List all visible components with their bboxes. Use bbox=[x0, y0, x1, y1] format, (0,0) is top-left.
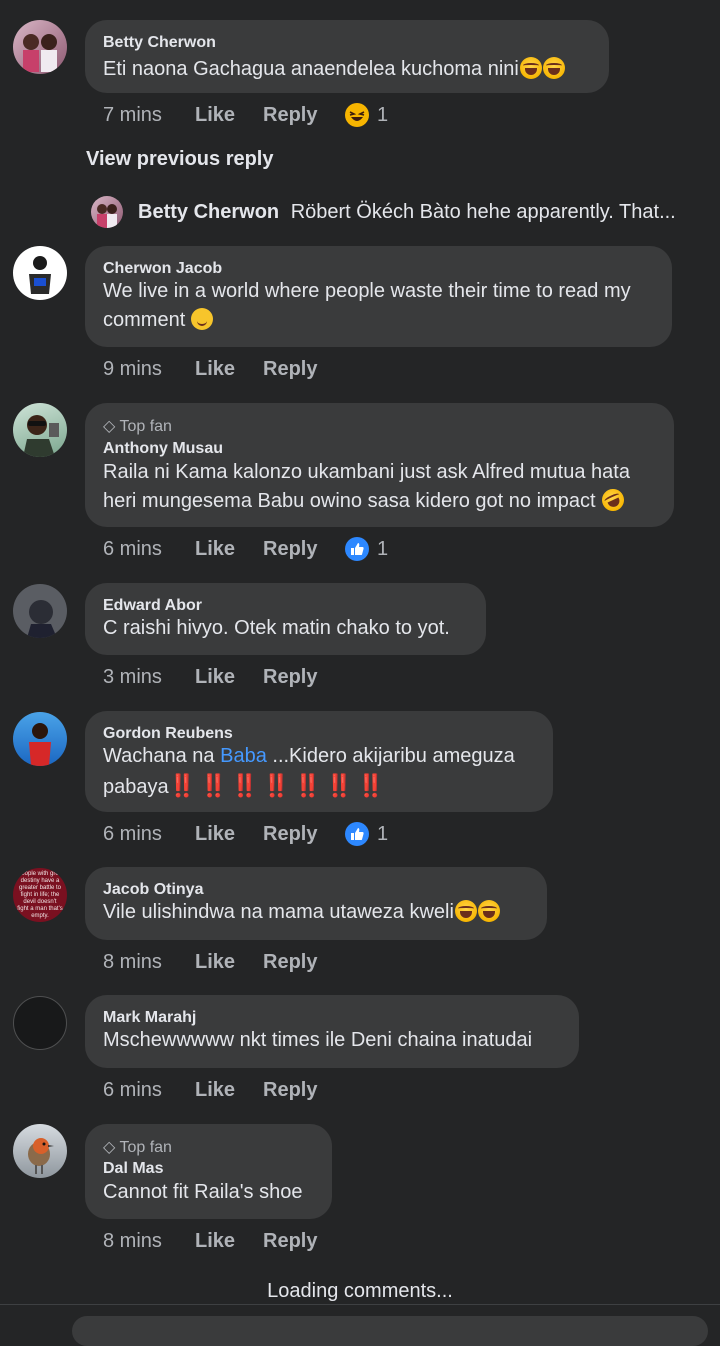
reaction-count: 1 bbox=[377, 822, 389, 845]
comment-bubble: Mark Marahj Mschewwwww nkt times ile Den… bbox=[85, 995, 579, 1068]
reply-button[interactable]: Reply bbox=[263, 358, 343, 381]
comment-actions: 7 mins Like Reply 1 bbox=[103, 100, 388, 130]
reply-button[interactable]: Reply bbox=[263, 823, 343, 846]
like-button[interactable]: Like bbox=[195, 823, 263, 846]
commenter-name[interactable]: Dal Mas bbox=[103, 1160, 163, 1178]
comment-actions: 6 mins Like Reply bbox=[103, 1075, 343, 1105]
comment-text: Raila ni Kama kalonzo ukambani just ask … bbox=[103, 458, 658, 516]
reply-avatar[interactable] bbox=[91, 196, 123, 228]
avatar[interactable] bbox=[13, 403, 67, 457]
top-fan-badge: ◇ Top fan bbox=[103, 418, 172, 435]
avatar[interactable] bbox=[13, 584, 67, 638]
commenter-name[interactable]: Edward Abor bbox=[103, 597, 202, 615]
like-button[interactable]: Like bbox=[195, 666, 263, 689]
avatar[interactable] bbox=[13, 712, 67, 766]
reaction-count: 1 bbox=[377, 537, 389, 560]
like-reaction-icon[interactable] bbox=[343, 821, 371, 847]
like-button[interactable]: Like bbox=[195, 104, 263, 127]
commenter-name[interactable]: Anthony Musau bbox=[103, 440, 223, 458]
laughing-emoji-icon bbox=[542, 57, 565, 79]
avatar[interactable] bbox=[13, 1124, 67, 1178]
commenter-name[interactable]: Jacob Otinya bbox=[103, 881, 203, 899]
avatar[interactable] bbox=[13, 996, 67, 1050]
comment-input-bar[interactable] bbox=[72, 1316, 708, 1346]
comment-actions: 9 mins Like Reply bbox=[103, 354, 343, 384]
comment-text: Cannot fit Raila's shoe bbox=[103, 1181, 303, 1203]
loading-comments-text: Loading comments... bbox=[267, 1280, 453, 1302]
like-button[interactable]: Like bbox=[195, 538, 263, 561]
reply-button[interactable]: Reply bbox=[263, 1079, 343, 1102]
commenter-name[interactable]: Betty Cherwon bbox=[103, 34, 216, 52]
reply-button[interactable]: Reply bbox=[263, 538, 343, 561]
haha-reaction-icon[interactable] bbox=[343, 102, 371, 128]
divider bbox=[0, 1304, 720, 1305]
reaction-count: 1 bbox=[377, 103, 389, 126]
double-exclamation-emoji: ‼️‼️‼️‼️‼️‼️‼️ bbox=[168, 773, 389, 798]
commenter-name[interactable]: Cherwon Jacob bbox=[103, 260, 222, 278]
comment-bubble: Betty Cherwon Eti naona Gachagua anaende… bbox=[85, 20, 609, 93]
mention-link[interactable]: Baba bbox=[220, 745, 267, 767]
view-previous-reply-link[interactable]: View previous reply bbox=[86, 148, 274, 171]
comment-bubble: Edward Abor C raishi hivyo. Otek matin c… bbox=[85, 583, 486, 655]
like-reaction-icon[interactable] bbox=[343, 536, 371, 562]
like-button[interactable]: Like bbox=[195, 951, 263, 974]
laughing-emoji-icon bbox=[454, 900, 477, 922]
timestamp: 8 mins bbox=[103, 950, 162, 973]
avatar[interactable] bbox=[13, 20, 67, 74]
diamond-icon: ◇ bbox=[103, 418, 116, 435]
top-fan-badge: ◇ Top fan bbox=[103, 1139, 172, 1156]
reply-button[interactable]: Reply bbox=[263, 104, 343, 127]
comment-bubble: ◇ Top fan Dal Mas Cannot fit Raila's sho… bbox=[85, 1124, 332, 1219]
timestamp: 7 mins bbox=[103, 103, 162, 126]
comment-actions: 6 mins Like Reply 1 bbox=[103, 819, 388, 849]
laughing-emoji-icon bbox=[477, 900, 500, 922]
comment-actions: 8 mins Like Reply bbox=[103, 1226, 343, 1256]
timestamp: 3 mins bbox=[103, 665, 162, 688]
reply-button[interactable]: Reply bbox=[263, 1230, 343, 1253]
reply-snippet: Röbert Ökéch Bàto hehe apparently. That.… bbox=[290, 201, 676, 223]
like-button[interactable]: Like bbox=[195, 358, 263, 381]
comment-bubble: Gordon Reubens Wachana na Baba ...Kidero… bbox=[85, 711, 553, 812]
timestamp: 6 mins bbox=[103, 822, 162, 845]
timestamp: 6 mins bbox=[103, 1078, 162, 1101]
comment-bubble: Cherwon Jacob We live in a world where p… bbox=[85, 246, 672, 347]
comment-bubble: Jacob Otinya Vile ulishindwa na mama uta… bbox=[85, 867, 547, 940]
reply-button[interactable]: Reply bbox=[263, 951, 343, 974]
comment-text: Eti naona Gachagua anaendelea kuchoma ni… bbox=[103, 55, 593, 84]
comment-actions: 3 mins Like Reply bbox=[103, 662, 343, 692]
comment-bubble: ◇ Top fan Anthony Musau Raila ni Kama ka… bbox=[85, 403, 674, 527]
comment-text: Wachana na Baba ...Kidero akijaribu ameg… bbox=[103, 745, 515, 798]
comment-actions: 8 mins Like Reply bbox=[103, 947, 343, 977]
diamond-icon: ◇ bbox=[103, 1139, 116, 1156]
comment-text: C raishi hivyo. Otek matin chako to yot. bbox=[103, 617, 450, 639]
laughing-emoji-icon bbox=[519, 57, 542, 79]
reply-preview[interactable]: Betty Cherwon Röbert Ökéch Bàto hehe app… bbox=[138, 201, 676, 224]
timestamp: 9 mins bbox=[103, 357, 162, 380]
smile-emoji-icon bbox=[190, 308, 213, 330]
reply-author: Betty Cherwon bbox=[138, 201, 280, 223]
like-button[interactable]: Like bbox=[195, 1079, 263, 1102]
commenter-name[interactable]: Mark Marahj bbox=[103, 1009, 196, 1027]
comment-text: Vile ulishindwa na mama utaweza kweli bbox=[103, 898, 531, 927]
avatar[interactable] bbox=[13, 246, 67, 300]
comment-text: Mschewwwww nkt times ile Deni chaina ina… bbox=[103, 1029, 533, 1051]
commenter-name[interactable]: Gordon Reubens bbox=[103, 725, 233, 743]
comment-actions: 6 mins Like Reply 1 bbox=[103, 534, 388, 564]
comment-text: We live in a world where people waste th… bbox=[103, 280, 631, 331]
reply-button[interactable]: Reply bbox=[263, 666, 343, 689]
rofl-emoji-icon bbox=[598, 485, 628, 515]
avatar-quote-text: eople with gre destiny have a greater ba… bbox=[17, 870, 63, 919]
timestamp: 6 mins bbox=[103, 537, 162, 560]
like-button[interactable]: Like bbox=[195, 1230, 263, 1253]
timestamp: 8 mins bbox=[103, 1229, 162, 1252]
avatar[interactable]: eople with gre destiny have a greater ba… bbox=[13, 868, 67, 922]
